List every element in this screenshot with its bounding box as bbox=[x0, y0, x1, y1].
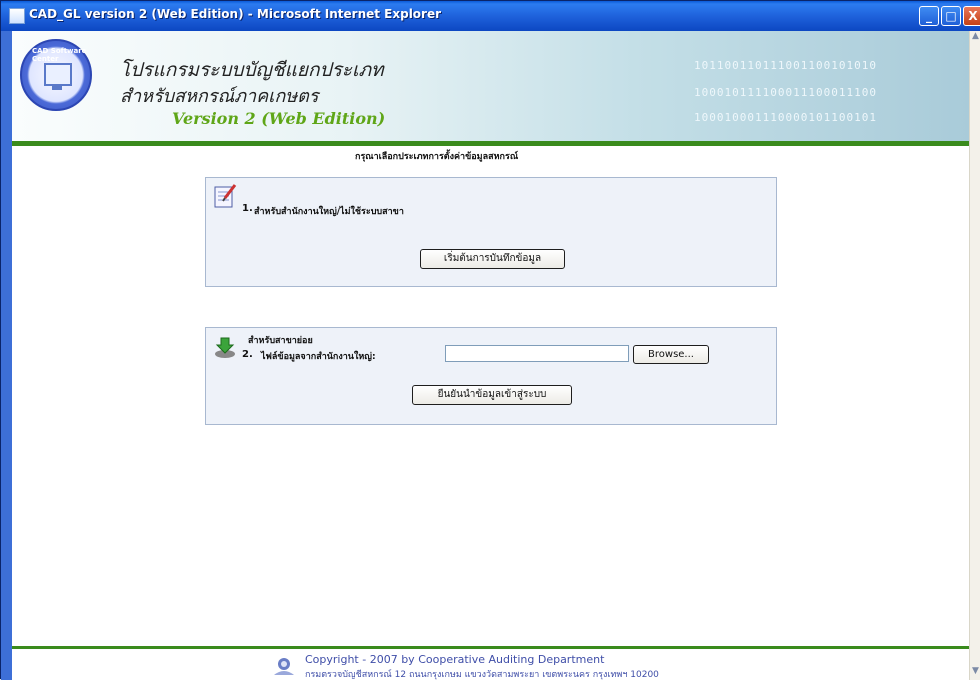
option-branch-panel: สำหรับสาขาย่อย 2. ไฟล์ข้อมูลจากสำนักงานใ… bbox=[205, 327, 777, 425]
instruction-heading: กรุณาเลือกประเภทการตั้งค่าข้อมูลสหกรณ์ bbox=[355, 152, 519, 162]
maximize-button[interactable]: □ bbox=[941, 6, 961, 26]
vertical-scrollbar[interactable]: ▲ ▼ bbox=[969, 31, 980, 680]
monitor-stand bbox=[52, 86, 62, 90]
page-content: 101100110111001100101010 100010111100011… bbox=[12, 31, 969, 680]
option1-number: 1. bbox=[242, 203, 253, 214]
version-label: Version 2 (Web Edition) bbox=[172, 109, 386, 128]
binary-decoration: 101100110111001100101010 bbox=[694, 59, 877, 72]
binary-decoration: 100010001110000101100101 bbox=[694, 111, 877, 124]
option2-title: สำหรับสาขาย่อย bbox=[248, 336, 313, 346]
download-arrow-icon bbox=[215, 337, 235, 358]
confirm-import-button[interactable]: ยืนยันนำข้อมูลเข้าสู่ระบบ bbox=[412, 385, 572, 405]
scroll-up-icon[interactable]: ▲ bbox=[970, 31, 980, 45]
file-path-input[interactable] bbox=[445, 345, 629, 362]
cad-logo: CAD Software Center bbox=[20, 39, 92, 111]
option-headoffice-panel: 1. สำหรับสำนักงานใหญ่/ไม่ใช้ระบบสาขา เริ… bbox=[205, 177, 777, 287]
notepad-pencil-icon bbox=[214, 184, 237, 208]
binary-decoration: 100010111100011100011100 bbox=[694, 86, 877, 99]
minimize-button[interactable]: _ bbox=[919, 6, 939, 26]
scroll-down-icon[interactable]: ▼ bbox=[970, 666, 980, 680]
logo-text: CAD Software Center bbox=[32, 47, 87, 63]
browser-window: CAD_GL version 2 (Web Edition) - Microso… bbox=[0, 0, 980, 680]
window-title: CAD_GL version 2 (Web Edition) - Microso… bbox=[29, 7, 442, 21]
copyright-text: Copyright - 2007 by Cooperative Auditing… bbox=[305, 653, 605, 666]
title-bar: CAD_GL version 2 (Web Edition) - Microso… bbox=[1, 1, 980, 31]
option1-label: สำหรับสำนักงานใหญ่/ไม่ใช้ระบบสาขา bbox=[254, 207, 404, 217]
monitor-icon bbox=[44, 63, 72, 86]
file-field-label: ไฟล์ข้อมูลจากสำนักงานใหญ่: bbox=[261, 352, 376, 362]
department-emblem-icon bbox=[274, 658, 294, 675]
start-entry-button[interactable]: เริ่มต้นการบันทึกข้อมูล bbox=[420, 249, 565, 269]
ie-icon bbox=[9, 8, 25, 24]
close-button[interactable]: X bbox=[963, 6, 980, 26]
browse-button[interactable]: Browse... bbox=[633, 345, 709, 364]
option2-number: 2. bbox=[242, 349, 253, 360]
header-divider bbox=[12, 141, 969, 146]
header-banner: 101100110111001100101010 100010111100011… bbox=[12, 31, 969, 141]
address-text: กรมตรวจบัญชีสหกรณ์ 12 ถนนกรุงเกษม แขวงวั… bbox=[305, 670, 659, 680]
program-title-line2: สำหรับสหกรณ์ภาคเกษตร bbox=[120, 86, 319, 107]
footer-divider bbox=[12, 646, 969, 649]
window-left-border bbox=[1, 31, 12, 680]
